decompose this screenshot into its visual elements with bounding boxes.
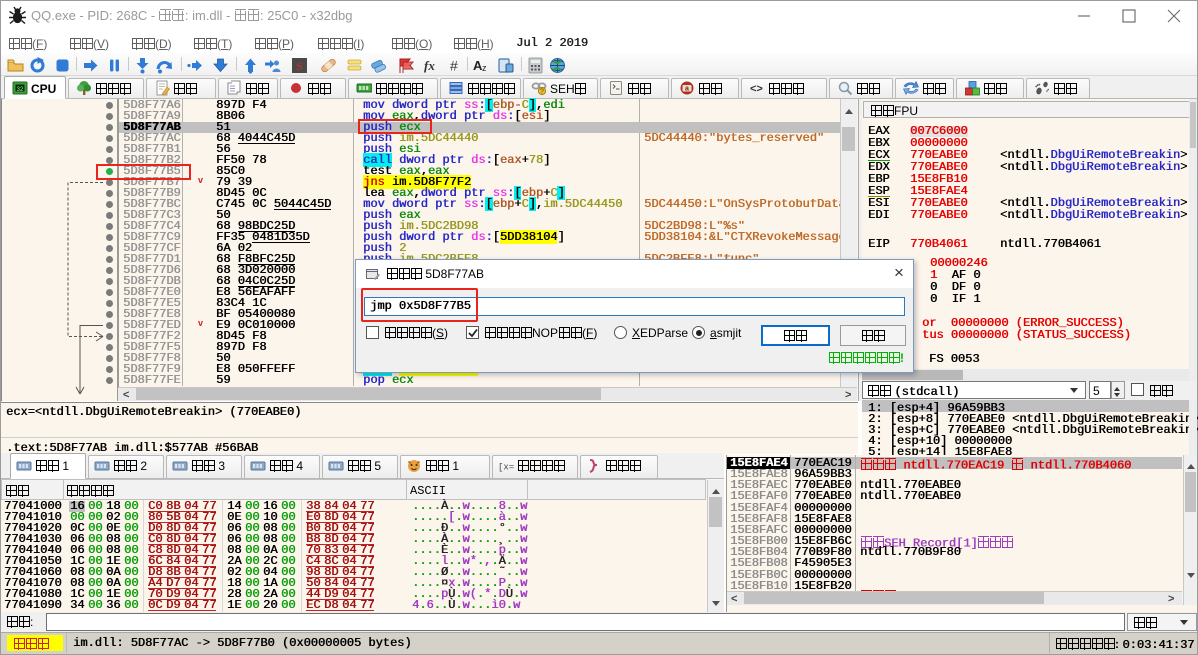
svg-text:32: 32	[17, 87, 24, 93]
svg-text:#: #	[450, 58, 458, 74]
svg-text:z: z	[482, 63, 487, 73]
svg-text:<>: <>	[750, 83, 763, 95]
svg-text:S: S	[296, 59, 303, 73]
svg-text:[x=]: [x=]	[498, 463, 514, 473]
svg-text:a: a	[685, 86, 689, 93]
svg-text:?: ?	[540, 89, 544, 96]
svg-text:fx: fx	[424, 58, 435, 73]
